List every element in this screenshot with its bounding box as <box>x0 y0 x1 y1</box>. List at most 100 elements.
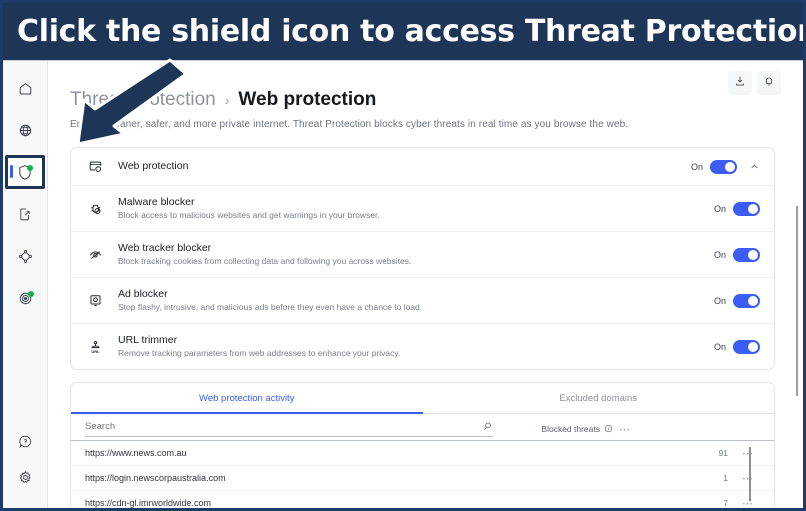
setting-controls: On <box>714 294 760 308</box>
row-count: 7 <box>632 498 736 508</box>
target-icon <box>18 291 33 306</box>
breadcrumb-separator-icon: › <box>225 92 230 108</box>
ad-monitor-icon <box>84 293 106 308</box>
status-badge-green-dot <box>27 165 33 171</box>
setting-row-url-trimmer[interactable]: URL URL trimmer Remove tracking paramete… <box>71 324 774 369</box>
globe-icon <box>18 123 33 138</box>
downloads-button[interactable] <box>728 71 752 95</box>
toggle-label: On <box>714 296 726 306</box>
sidebar-item-file-sharing[interactable] <box>8 197 42 231</box>
breadcrumb-parent[interactable]: Threat Protection <box>70 89 216 111</box>
file-export-icon <box>18 207 32 222</box>
column-header-blocked-threats: Blocked threats <box>509 424 613 435</box>
search-field[interactable] <box>85 421 493 437</box>
setting-controls: On <box>691 160 760 174</box>
setting-row-web-protection[interactable]: Web protection On <box>71 148 774 186</box>
activity-toolbar: Blocked threats ⋯ <box>71 414 774 437</box>
search-icon[interactable] <box>482 421 493 432</box>
tab-web-protection-activity[interactable]: Web protection activity <box>71 383 423 414</box>
search-input[interactable] <box>85 421 482 432</box>
setting-title: Ad blocker <box>118 287 714 301</box>
setting-text: Ad blocker Stop flashy, intrusive, and m… <box>118 287 714 314</box>
table-row[interactable]: https://login.newscorpaustralia.com 1 ⋯ <box>71 465 774 490</box>
malware-blocker-toggle[interactable] <box>733 202 760 216</box>
top-action-icons <box>728 71 781 95</box>
help-icon <box>18 434 33 449</box>
instruction-banner-text: Click the shield icon to access Threat P… <box>17 14 803 49</box>
browser-window-icon <box>84 159 106 174</box>
eye-off-icon <box>84 247 106 262</box>
page-scrollbar[interactable] <box>796 206 798 396</box>
row-url: https://www.news.com.au <box>85 448 632 458</box>
row-url: https://cdn-gl.imrworldwide.com <box>85 498 632 508</box>
row-menu-icon[interactable]: ⋯ <box>736 497 760 508</box>
column-header-label: Blocked threats <box>541 424 600 434</box>
table-scrollbar[interactable] <box>749 447 751 501</box>
setting-description: Remove tracking parameters from web addr… <box>118 348 714 360</box>
tab-excluded-domains[interactable]: Excluded domains <box>423 383 775 414</box>
url-trimmer-icon: URL <box>84 339 106 355</box>
toggle-knob <box>725 162 735 172</box>
setting-row-malware-blocker[interactable]: Malware blocker Block access to maliciou… <box>71 186 774 232</box>
breadcrumb: Threat Protection › Web protection <box>70 89 775 111</box>
selected-indicator-bar <box>10 165 13 178</box>
sidebar-item-dark-web-monitor[interactable] <box>8 281 42 315</box>
web-tracker-blocker-toggle[interactable] <box>733 248 760 262</box>
setting-row-web-tracker-blocker[interactable]: Web tracker blocker Block tracking cooki… <box>71 232 774 278</box>
info-icon[interactable] <box>604 424 613 435</box>
toggle-label: On <box>714 342 726 352</box>
svg-text:URL: URL <box>91 349 100 354</box>
row-menu-icon[interactable]: ⋯ <box>736 472 760 485</box>
setting-description: Block access to malicious websites and g… <box>118 210 714 222</box>
sidebar-item-threat-protection[interactable] <box>5 155 45 189</box>
status-badge-green-dot <box>28 291 34 297</box>
setting-text: Malware blocker Block access to maliciou… <box>118 195 714 222</box>
toggle-knob <box>748 342 758 352</box>
setting-text: Web protection <box>118 159 691 173</box>
table-row[interactable]: https://cdn-gl.imrworldwide.com 7 ⋯ <box>71 490 774 508</box>
setting-description: Block tracking cookies from collecting d… <box>118 256 714 268</box>
web-protection-toggle[interactable] <box>710 160 737 174</box>
toggle-knob <box>748 204 758 214</box>
table-row[interactable]: https://www.news.com.au 91 ⋯ <box>71 440 774 465</box>
setting-title: Web tracker blocker <box>118 241 714 255</box>
sidebar-item-meshnet[interactable] <box>8 239 42 273</box>
web-protection-card: Web protection On <box>70 147 775 370</box>
download-icon <box>734 74 746 92</box>
row-count: 91 <box>632 448 736 458</box>
row-count: 1 <box>632 473 736 483</box>
setting-row-ad-blocker[interactable]: Ad blocker Stop flashy, intrusive, and m… <box>71 278 774 324</box>
sidebar-item-vpn-locations[interactable] <box>8 113 42 147</box>
notifications-button[interactable] <box>757 71 781 95</box>
main-content: Threat Protection › Web protection Enjoy… <box>48 61 803 508</box>
setting-title: Web protection <box>118 159 691 173</box>
activity-card: Web protection activity Excluded domains <box>70 382 775 508</box>
toggle-label: On <box>714 250 726 260</box>
settings-gear-icon <box>18 470 33 485</box>
row-menu-icon[interactable]: ⋯ <box>736 447 760 460</box>
sidebar-item-home[interactable] <box>8 71 42 105</box>
column-options-menu[interactable]: ⋯ <box>613 423 637 436</box>
ad-blocker-toggle[interactable] <box>733 294 760 308</box>
setting-title: Malware blocker <box>118 195 714 209</box>
shield-icon <box>17 164 33 181</box>
sidebar <box>3 61 48 508</box>
setting-controls: On <box>714 202 760 216</box>
url-trimmer-toggle[interactable] <box>733 340 760 354</box>
chevron-up-icon[interactable] <box>749 161 760 172</box>
home-icon <box>18 81 33 96</box>
screenshot-root: Click the shield icon to access Threat P… <box>0 0 806 511</box>
toggle-label: On <box>714 204 726 214</box>
toggle-label: On <box>691 162 703 172</box>
setting-title: URL trimmer <box>118 333 714 347</box>
setting-description: Stop flashy, intrusive, and malicious ad… <box>118 302 714 314</box>
row-url: https://login.newscorpaustralia.com <box>85 473 632 483</box>
sidebar-item-settings[interactable] <box>8 466 42 500</box>
setting-controls: On <box>714 340 760 354</box>
page-subtitle: Enjoy a cleaner, safer, and more private… <box>70 119 775 130</box>
setting-controls: On <box>714 248 760 262</box>
sidebar-item-help[interactable] <box>8 424 42 458</box>
malware-bug-icon <box>84 201 106 216</box>
setting-text: URL trimmer Remove tracking parameters f… <box>118 333 714 360</box>
toggle-knob <box>748 250 758 260</box>
